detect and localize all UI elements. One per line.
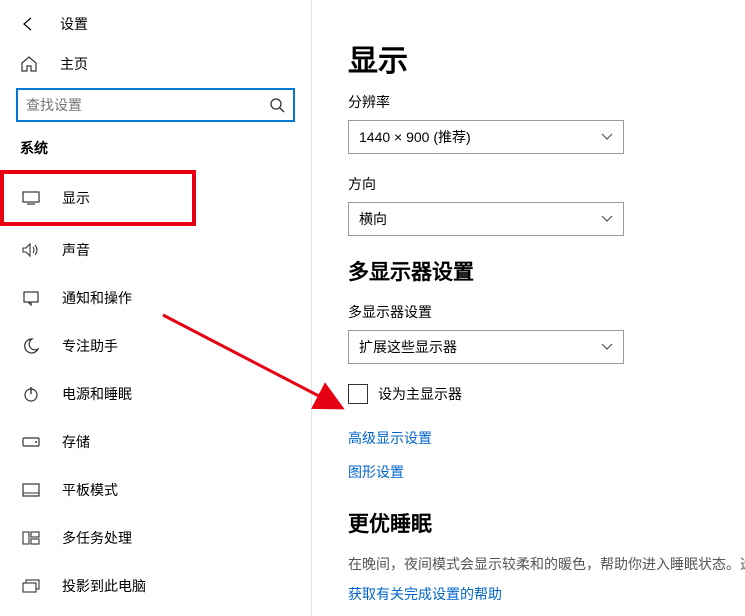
sidebar-item-sound[interactable]: 声音 (0, 226, 311, 274)
multitask-icon (20, 531, 42, 545)
orientation-dropdown[interactable]: 横向 (348, 202, 624, 236)
search-input[interactable] (26, 97, 263, 113)
sleep-heading: 更优睡眠 (348, 508, 745, 538)
sidebar-item-tablet[interactable]: 平板模式 (0, 466, 311, 514)
advanced-display-link[interactable]: 高级显示设置 (348, 428, 745, 448)
main-content: 显示 分辨率 1440 × 900 (推荐) 方向 横向 多显示器设置 多显示器… (312, 0, 745, 616)
sleep-help-link[interactable]: 获取有关完成设置的帮助 (348, 584, 745, 604)
sidebar-item-label: 专注助手 (62, 336, 118, 356)
sidebar-item-notifications[interactable]: 通知和操作 (0, 274, 311, 322)
sleep-body: 在晚间，夜间模式会显示较柔和的暖色，帮助你进入睡眠状态。选 (348, 554, 745, 574)
section-label: 系统 (0, 138, 311, 170)
home-link[interactable]: 主页 (0, 44, 311, 84)
sidebar-item-focus[interactable]: 专注助手 (0, 322, 311, 370)
multi-display-heading: 多显示器设置 (348, 256, 745, 286)
sound-icon (20, 242, 42, 258)
multi-display-dropdown[interactable]: 扩展这些显示器 (348, 330, 624, 364)
resolution-label: 分辨率 (348, 92, 745, 112)
home-icon (20, 55, 42, 73)
sidebar-item-label: 平板模式 (62, 480, 118, 500)
multi-display-value: 扩展这些显示器 (359, 337, 457, 357)
multi-display-label: 多显示器设置 (348, 302, 745, 322)
search-box[interactable] (16, 88, 295, 122)
sidebar-item-label: 多任务处理 (62, 528, 132, 548)
sidebar-item-label: 存储 (62, 432, 90, 452)
home-label: 主页 (60, 54, 88, 74)
search-icon (269, 97, 285, 113)
power-icon (20, 385, 42, 403)
resolution-value: 1440 × 900 (推荐) (359, 127, 471, 147)
resolution-dropdown[interactable]: 1440 × 900 (推荐) (348, 120, 624, 154)
checkbox-label: 设为主显示器 (378, 384, 462, 404)
sidebar-item-storage[interactable]: 存储 (0, 418, 311, 466)
sidebar-item-display[interactable]: 显示 (0, 170, 196, 226)
display-icon (20, 191, 42, 205)
notification-icon (20, 290, 42, 306)
sidebar-item-label: 投影到此电脑 (62, 576, 146, 596)
main-display-checkbox[interactable]: 设为主显示器 (348, 384, 745, 404)
chevron-down-icon (601, 215, 613, 223)
checkbox-box (348, 384, 368, 404)
sidebar-item-multitask[interactable]: 多任务处理 (0, 514, 311, 562)
tablet-icon (20, 483, 42, 497)
header: 设置 (0, 0, 311, 44)
sidebar-item-label: 声音 (62, 240, 90, 260)
sidebar-item-label: 显示 (62, 188, 90, 208)
project-icon (20, 579, 42, 593)
page-title: 显示 (348, 36, 745, 80)
header-title: 设置 (60, 14, 88, 34)
chevron-down-icon (601, 343, 613, 351)
back-button[interactable] (20, 16, 36, 32)
sidebar: 设置 主页 系统 显示 声音 (0, 0, 312, 616)
sidebar-item-label: 电源和睡眠 (62, 384, 132, 404)
focus-icon (20, 337, 42, 355)
sidebar-item-power[interactable]: 电源和睡眠 (0, 370, 311, 418)
sidebar-item-project[interactable]: 投影到此电脑 (0, 562, 311, 610)
storage-icon (20, 436, 42, 448)
chevron-down-icon (601, 133, 613, 141)
orientation-label: 方向 (348, 174, 745, 194)
sidebar-item-label: 通知和操作 (62, 288, 132, 308)
orientation-value: 横向 (359, 209, 387, 229)
graphics-settings-link[interactable]: 图形设置 (348, 462, 745, 482)
